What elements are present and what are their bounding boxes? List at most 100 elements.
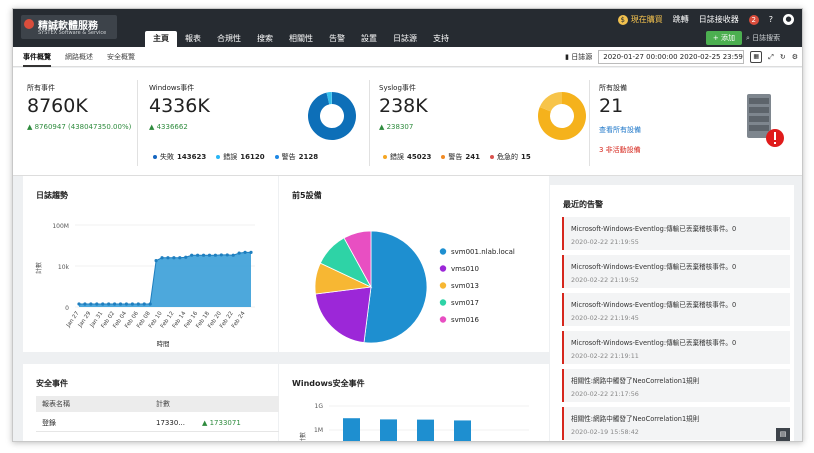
trend-point [201,253,206,257]
header-report-name[interactable]: 報表名稱 [42,396,70,412]
devices-value[interactable]: 21 [599,95,623,117]
y-axis-label: 計數 [299,432,307,442]
legend-dot-icon [153,155,157,159]
trend-point [77,302,81,306]
alert-message: Microsoft-Windows-Eventlog:傳輸已丟棄稽核事件。0 [571,301,737,309]
row-name[interactable]: 登錄 [42,414,56,432]
syslog-donut-chart[interactable] [534,88,590,144]
table-header: 報表名稱 計數 [36,396,286,412]
tab-event-overview[interactable]: 事件概覽 [23,47,51,67]
alert-message: 相關性:網路中觸發了NeoCorrelation1規則 [571,415,700,423]
help-icon[interactable]: ? [769,15,773,24]
all-events-value[interactable]: 8760K [27,95,88,117]
settings-gear-icon[interactable]: ⚙ [792,53,798,61]
legend-error[interactable]: 錯誤 16120 [216,152,265,162]
legend-syslog-critical-name: 危急的 [496,153,518,161]
all-events-block: 所有事件 8760K ▲ 8760947 (438047350.00%) [27,68,137,176]
tab-network-overview[interactable]: 網路概述 [65,47,93,67]
windows-security-bar-chart[interactable]: 1G 1M 計數 [279,364,549,442]
windows-events-block: Windows事件 4336K ▲ 4336662 失敗 143623 錯誤 161… [149,68,369,176]
alert-item[interactable]: Microsoft-Windows-Eventlog:傳輸已丟棄稽核事件。0 2… [562,255,790,288]
nav-support[interactable]: 支持 [425,31,457,47]
bar [417,419,434,441]
windows-donut-chart[interactable] [304,88,360,144]
trend-point [207,253,212,257]
buy-now-link[interactable]: $ 現在購買 [617,14,663,25]
windows-events-delta: ▲ 4336662 [149,123,188,131]
view-all-devices-link[interactable]: 查看所有設備 [599,125,641,135]
fullscreen-icon[interactable]: ⤢ [768,53,774,62]
nav-correlation[interactable]: 相關性 [281,31,321,47]
logo[interactable]: 精誠軟體服務 SYSTEX Software & Service [21,15,117,39]
app-window: 精誠軟體服務 SYSTEX Software & Service 主頁 報表 合… [12,8,803,442]
trend-point [130,302,134,306]
alert-item[interactable]: Microsoft-Windows-Eventlog:傳輸已丟棄稽核事件。0 2… [562,293,790,326]
alert-message: Microsoft-Windows-Eventlog:傳輸已丟棄稽核事件。0 [571,225,737,233]
nav-reports[interactable]: 報表 [177,31,209,47]
windows-events-value[interactable]: 4336K [149,95,210,117]
legend-syslog-warning-value: 241 [465,153,480,161]
log-trend-chart[interactable]: 100M 10k 0 計數 時間 Jan 27Jan 29Jan 31Feb 0… [23,176,278,352]
alert-item[interactable]: 相關性:網路中觸發了NeoCorrelation1規則 2020-02-22 2… [562,369,790,402]
calendar-icon[interactable]: ▦ [750,51,763,63]
y-tick-label: 1G [315,403,324,410]
pie-legend-label: vms010 [451,265,479,273]
windows-legend: 失敗 143623 錯誤 16120 警告 2128 [153,152,318,162]
legend-dot-icon [439,248,447,255]
nav-alerts[interactable]: 告警 [321,31,353,47]
trend-point [118,302,123,306]
legend-dot-icon [439,316,447,323]
legend-failure-name: 失敗 [160,153,174,161]
chat-icon[interactable]: ▤ [776,428,790,441]
nav-log-sources[interactable]: 日誌源 [385,31,425,47]
alert-time: 2020-02-22 21:19:45 [571,314,639,322]
syslog-events-delta: ▲ 238307 [379,123,414,131]
trend-point [249,250,253,254]
alert-item[interactable]: 相關性:網路中觸發了NeoCorrelation1規則 2020-02-19 1… [562,407,790,440]
legend-error-value: 16120 [240,153,265,161]
legend-warning[interactable]: 警告 2128 [274,152,319,162]
tab-security-overview[interactable]: 安全概覽 [107,47,135,67]
legend-syslog-critical[interactable]: 危急的 15 [489,152,531,162]
log-receiver-link[interactable]: 日誌接收器 [699,14,739,25]
y-tick-label: 100M [52,223,69,230]
log-search-button[interactable]: ⌕ 日誌搜索 [746,31,798,45]
header-count[interactable]: 計數 [156,396,170,412]
legend-failure[interactable]: 失敗 143623 [153,152,206,162]
alert-item[interactable]: Microsoft-Windows-Eventlog:傳輸已丟棄稽核事件。0 2… [562,217,790,250]
nav-compliance[interactable]: 合規性 [209,31,249,47]
divider [137,80,138,166]
legend-dot-icon [441,155,446,159]
logo-subtitle: SYSTEX Software & Service [38,30,107,36]
date-range-field[interactable]: 2020-01-27 00:00:00 2020-02-25 23:59:59 [598,50,745,64]
nav-settings[interactable]: 設置 [353,31,385,47]
legend-warning-value: 2128 [298,153,319,161]
inactive-devices-link[interactable]: 3 非活動設備 [599,145,641,155]
refresh-icon[interactable]: ↻ [780,53,786,61]
table-row[interactable]: 登錄 17330... ▲ 1733071 [36,414,286,432]
log-source-filter[interactable]: ▮ 日誌源 [565,52,592,62]
legend-syslog-warning[interactable]: 警告 241 [441,152,480,162]
top-right-tools: $ 現在購買 跳轉 日誌接收器 2 ? ● [617,14,794,25]
alert-message: 相關性:網路中觸發了NeoCorrelation1規則 [571,377,700,385]
all-events-delta: ▲ 8760947 (438047350.00%) [27,123,132,131]
legend-warning-name: 警告 [281,153,296,161]
nav-search[interactable]: 搜索 [249,31,281,47]
trend-point [213,253,218,257]
jump-link[interactable]: 跳轉 [673,14,689,25]
trend-point [89,302,93,306]
nav-home[interactable]: 主頁 [145,31,177,47]
syslog-events-value[interactable]: 238K [379,95,428,117]
top5-pie-chart[interactable]: svm001.nlab.local vms010 svm013 svm017 svm01… [279,176,549,352]
user-avatar-icon[interactable]: ● [783,14,794,25]
legend-dot-icon [439,299,447,306]
notification-badge[interactable]: 2 [748,14,759,25]
table-row[interactable] [36,434,286,441]
alert-item[interactable]: Microsoft-Windows-Eventlog:傳輸已丟棄稽核事件。0 2… [562,331,790,364]
trend-point [190,253,194,257]
legend-syslog-error[interactable]: 錯誤 45023 [383,152,431,162]
trend-point [184,255,188,259]
add-button[interactable]: + 添加 [705,31,742,45]
logo-mark-icon [24,19,34,29]
legend-dot-icon [383,155,387,159]
